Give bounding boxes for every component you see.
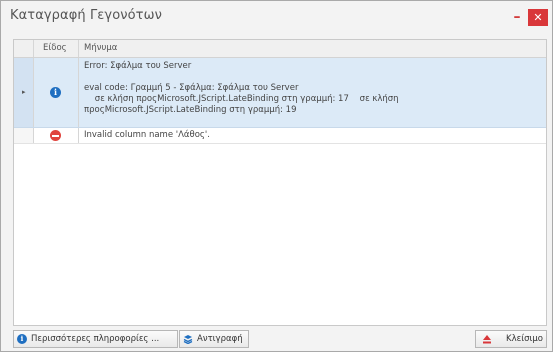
info-icon: i: [50, 87, 61, 98]
column-header-message[interactable]: Μήνυμα: [84, 40, 117, 57]
grid-header: Είδος Μήνυμα: [14, 40, 546, 58]
copy-label: Αντιγραφή: [197, 334, 243, 344]
event-message-line: eval code: Γραμμή 5 - Σφάλμα: Σφάλμα του…: [84, 83, 299, 93]
minimize-button[interactable]: –: [509, 10, 525, 25]
window-title: Καταγραφή Γεγονότων: [10, 8, 162, 23]
button-bar: i Περισσότερες πληροφορίες ... Αντιγραφή…: [1, 324, 552, 351]
close-button[interactable]: Κλείσιμο: [475, 330, 547, 348]
eject-icon: [482, 334, 492, 344]
event-message-line: Error: Σφάλμα του Server: [84, 61, 192, 71]
info-icon: i: [17, 334, 27, 344]
copy-button[interactable]: Αντιγραφή: [179, 330, 249, 348]
copy-icon: [183, 334, 193, 345]
event-row[interactable]: Invalid column name 'Λάθος'.: [14, 128, 546, 144]
column-separator: [33, 40, 34, 57]
more-info-label: Περισσότερες πληροφορίες ...: [31, 334, 160, 344]
event-log-window: Καταγραφή Γεγονότων – ✕ Είδος Μήνυμα ▸ i…: [0, 0, 553, 352]
more-info-button[interactable]: i Περισσότερες πληροφορίες ...: [13, 330, 178, 348]
event-message-line: προςMicrosoft.JScript.LateBinding στη γρ…: [84, 105, 297, 115]
event-row[interactable]: ▸ i Error: Σφάλμα του Server eval code: …: [14, 58, 546, 128]
row-indicator: ▸: [14, 58, 34, 127]
event-type-cell: i: [34, 58, 79, 127]
row-pointer-icon: ▸: [22, 88, 26, 96]
event-grid: Είδος Μήνυμα ▸ i Error: Σφάλμα του Serve…: [13, 39, 547, 326]
column-header-type[interactable]: Είδος: [43, 40, 67, 57]
event-message-line: Invalid column name 'Λάθος'.: [84, 130, 210, 140]
error-icon: [50, 130, 61, 141]
title-bar[interactable]: Καταγραφή Γεγονότων – ✕: [1, 1, 552, 33]
event-type-cell: [34, 128, 79, 143]
close-label: Κλείσιμο: [506, 334, 543, 344]
close-window-button[interactable]: ✕: [528, 9, 548, 26]
row-indicator: [14, 128, 34, 143]
column-separator: [78, 40, 79, 57]
event-message-line: σε κλήση προςMicrosoft.JScript.LateBindi…: [84, 94, 399, 104]
